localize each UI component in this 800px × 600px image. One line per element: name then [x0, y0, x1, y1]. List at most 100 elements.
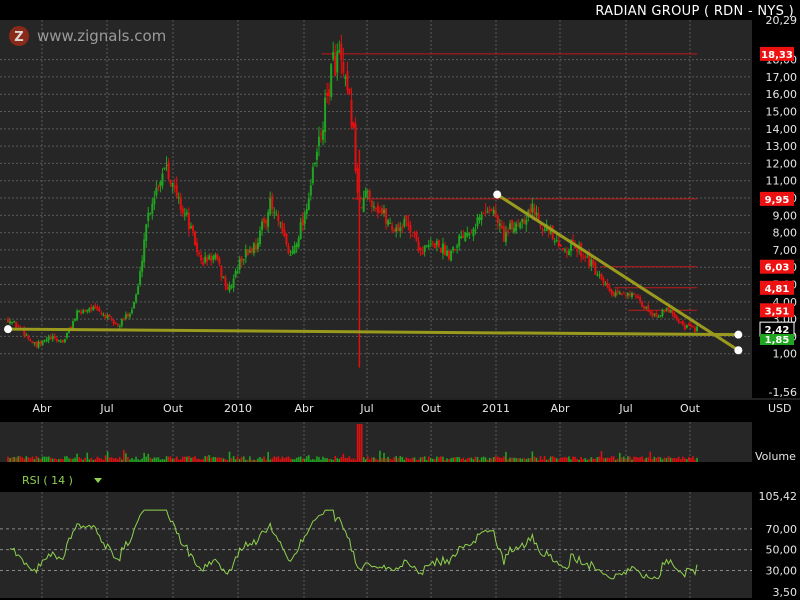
volume-bar [470, 457, 473, 462]
volume-bar [671, 458, 674, 462]
candle-body [108, 315, 111, 317]
candle-body [137, 286, 140, 295]
volume-bar [566, 457, 568, 462]
volume-bar [499, 457, 501, 462]
volume-bar [17, 456, 19, 462]
volume-bar [537, 459, 540, 462]
candle-body [177, 196, 180, 199]
candle-body [600, 274, 603, 280]
volume-bar [612, 456, 615, 462]
volume-bar [507, 459, 509, 462]
volume-bar [379, 450, 381, 462]
volume-bar [118, 456, 121, 462]
rsi-tick-label: 50,00 [766, 544, 798, 557]
volume-bar [167, 456, 170, 462]
candle-body [299, 222, 302, 239]
candle-body [539, 224, 542, 227]
volume-bar [492, 457, 495, 462]
candle-body [391, 225, 394, 230]
candle-body [608, 287, 611, 292]
volume-bar [529, 458, 532, 462]
candle-body [494, 210, 497, 218]
volume-bar [466, 458, 469, 462]
candle-body [167, 162, 170, 179]
trend-handle[interactable] [493, 190, 502, 199]
candle-body [198, 252, 201, 254]
candle-body [683, 325, 686, 330]
volume-bar [305, 456, 308, 462]
candle-body [502, 226, 505, 242]
candle-body [100, 312, 103, 315]
volume-bar [631, 459, 633, 462]
volume-bar [446, 458, 448, 462]
candle-body [70, 326, 73, 329]
candle-body [261, 221, 264, 230]
volume-bar [143, 452, 145, 462]
candle-body [135, 294, 138, 302]
candle-body [380, 207, 383, 215]
x-tick-label: Abr [550, 402, 570, 415]
trend-handle[interactable] [734, 346, 743, 355]
volume-bar [216, 457, 219, 462]
candle-body [267, 212, 270, 227]
volume-bar [157, 457, 160, 462]
volume-bar [334, 456, 337, 462]
candle-body [622, 292, 625, 294]
volume-bar [393, 457, 395, 462]
candle-body [244, 249, 247, 258]
volume-bar [614, 459, 617, 462]
candle-body [602, 278, 605, 284]
volume-bar [673, 458, 676, 462]
candle-body [112, 319, 115, 324]
chevron-down-icon[interactable] [94, 478, 102, 483]
candle-body [291, 250, 294, 254]
trend-handle[interactable] [734, 330, 743, 339]
volume-bar [429, 457, 432, 462]
volume-bar [212, 456, 215, 462]
volume-bar [403, 459, 406, 462]
volume-bar [531, 451, 534, 462]
candle-body [673, 313, 676, 318]
candle-body [265, 220, 268, 224]
volume-bar [490, 458, 493, 462]
volume-bar [511, 457, 513, 462]
price-level-value: 3,51 [765, 306, 790, 317]
candle-body [679, 322, 682, 324]
volume-bar [371, 457, 373, 462]
candle-body [114, 323, 117, 325]
trend-handle[interactable] [4, 325, 12, 334]
volume-bar [411, 457, 414, 462]
candle-body [519, 222, 522, 229]
candle-body [403, 219, 406, 227]
candle-body [13, 321, 16, 323]
candle-body [189, 226, 192, 229]
candle-body [328, 89, 331, 97]
volume-bar [310, 459, 312, 462]
candle-body [616, 290, 619, 293]
candle-body [285, 233, 288, 245]
candle-body [632, 294, 635, 296]
volume-bar [271, 458, 274, 462]
candle-body [342, 61, 345, 73]
volume-bar [112, 458, 115, 462]
candle-body [303, 213, 306, 224]
volume-bar [395, 456, 397, 462]
candle-body [452, 247, 455, 251]
volume-bar [190, 457, 192, 462]
candle-body [529, 208, 532, 214]
candle-body [567, 251, 570, 255]
volume-bar [641, 456, 643, 462]
volume-bar [208, 455, 211, 462]
volume-bar [297, 456, 300, 462]
candle-body [305, 209, 308, 215]
candle-body [612, 292, 615, 297]
candle-body [82, 310, 85, 313]
candle-body [157, 186, 160, 188]
candle-body [65, 332, 68, 338]
candle-body [370, 200, 373, 207]
volume-bar [431, 458, 434, 462]
volume-bar [108, 457, 111, 462]
volume-bar [320, 459, 322, 462]
candle-body [511, 219, 514, 230]
volume-bar [639, 457, 641, 462]
